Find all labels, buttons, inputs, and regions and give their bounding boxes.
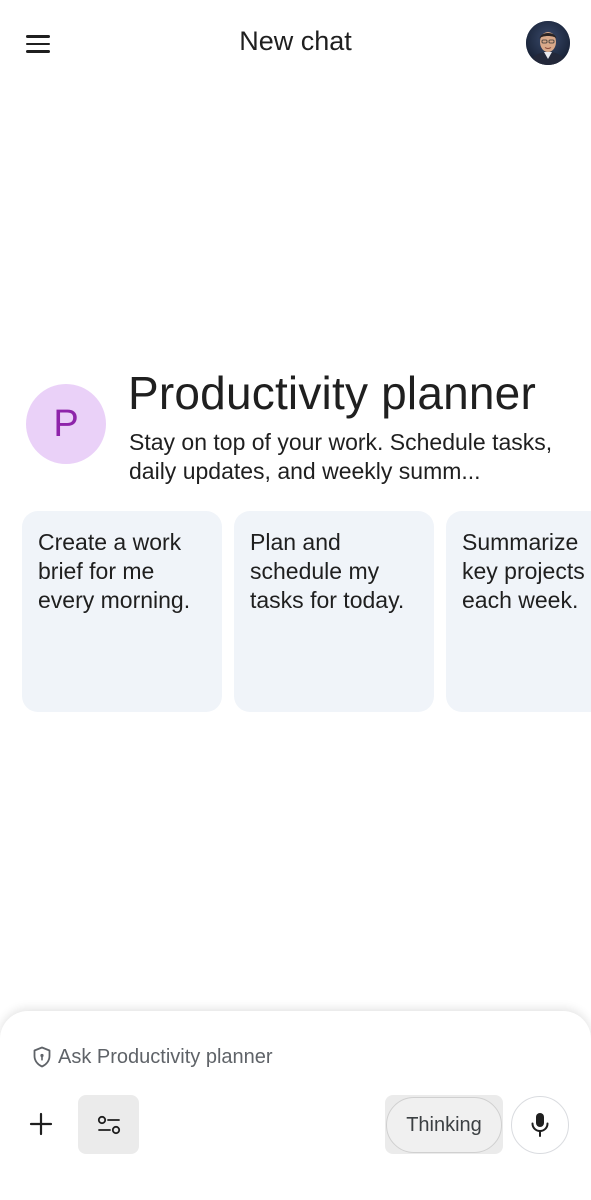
microphone-icon[interactable] <box>511 1096 569 1154</box>
suggestion-text: Create a work brief for me every morning… <box>38 529 191 613</box>
gem-description: Stay on top of your work. Schedule tasks… <box>129 429 553 484</box>
tools-sliders-icon[interactable] <box>78 1095 139 1154</box>
suggestion-card[interactable]: Plan and schedule my tasks for today. <box>234 511 434 712</box>
gem-name: Productivity planner <box>128 367 536 419</box>
suggestion-cards: Create a work brief for me every morning… <box>22 511 591 713</box>
composer: Ask Productivity planner Thinking <box>0 1011 591 1200</box>
thinking-mode-button[interactable]: Thinking <box>386 1097 502 1153</box>
suggestion-card[interactable]: Create a work brief for me every morning… <box>22 511 222 712</box>
user-avatar[interactable] <box>526 21 570 65</box>
gemini-app-screen: New chat P Productivity planner Stay on … <box>0 0 591 1200</box>
prompt-placeholder: Ask Productivity planner <box>58 1045 273 1068</box>
suggestion-card[interactable]: Summarize key projects each week. <box>446 511 591 712</box>
plus-icon[interactable] <box>24 1107 58 1141</box>
prompt-input[interactable]: Ask Productivity planner <box>32 1043 273 1071</box>
gem-initial: P <box>53 402 79 445</box>
gem-avatar: P <box>26 384 106 464</box>
top-bar: New chat <box>0 0 591 88</box>
page-title: New chat <box>239 26 352 56</box>
shield-icon <box>33 1046 51 1068</box>
suggestion-text: Summarize key projects each week. <box>462 529 585 613</box>
avatar-photo <box>526 21 570 65</box>
suggestion-text: Plan and schedule my tasks for today. <box>250 529 405 613</box>
